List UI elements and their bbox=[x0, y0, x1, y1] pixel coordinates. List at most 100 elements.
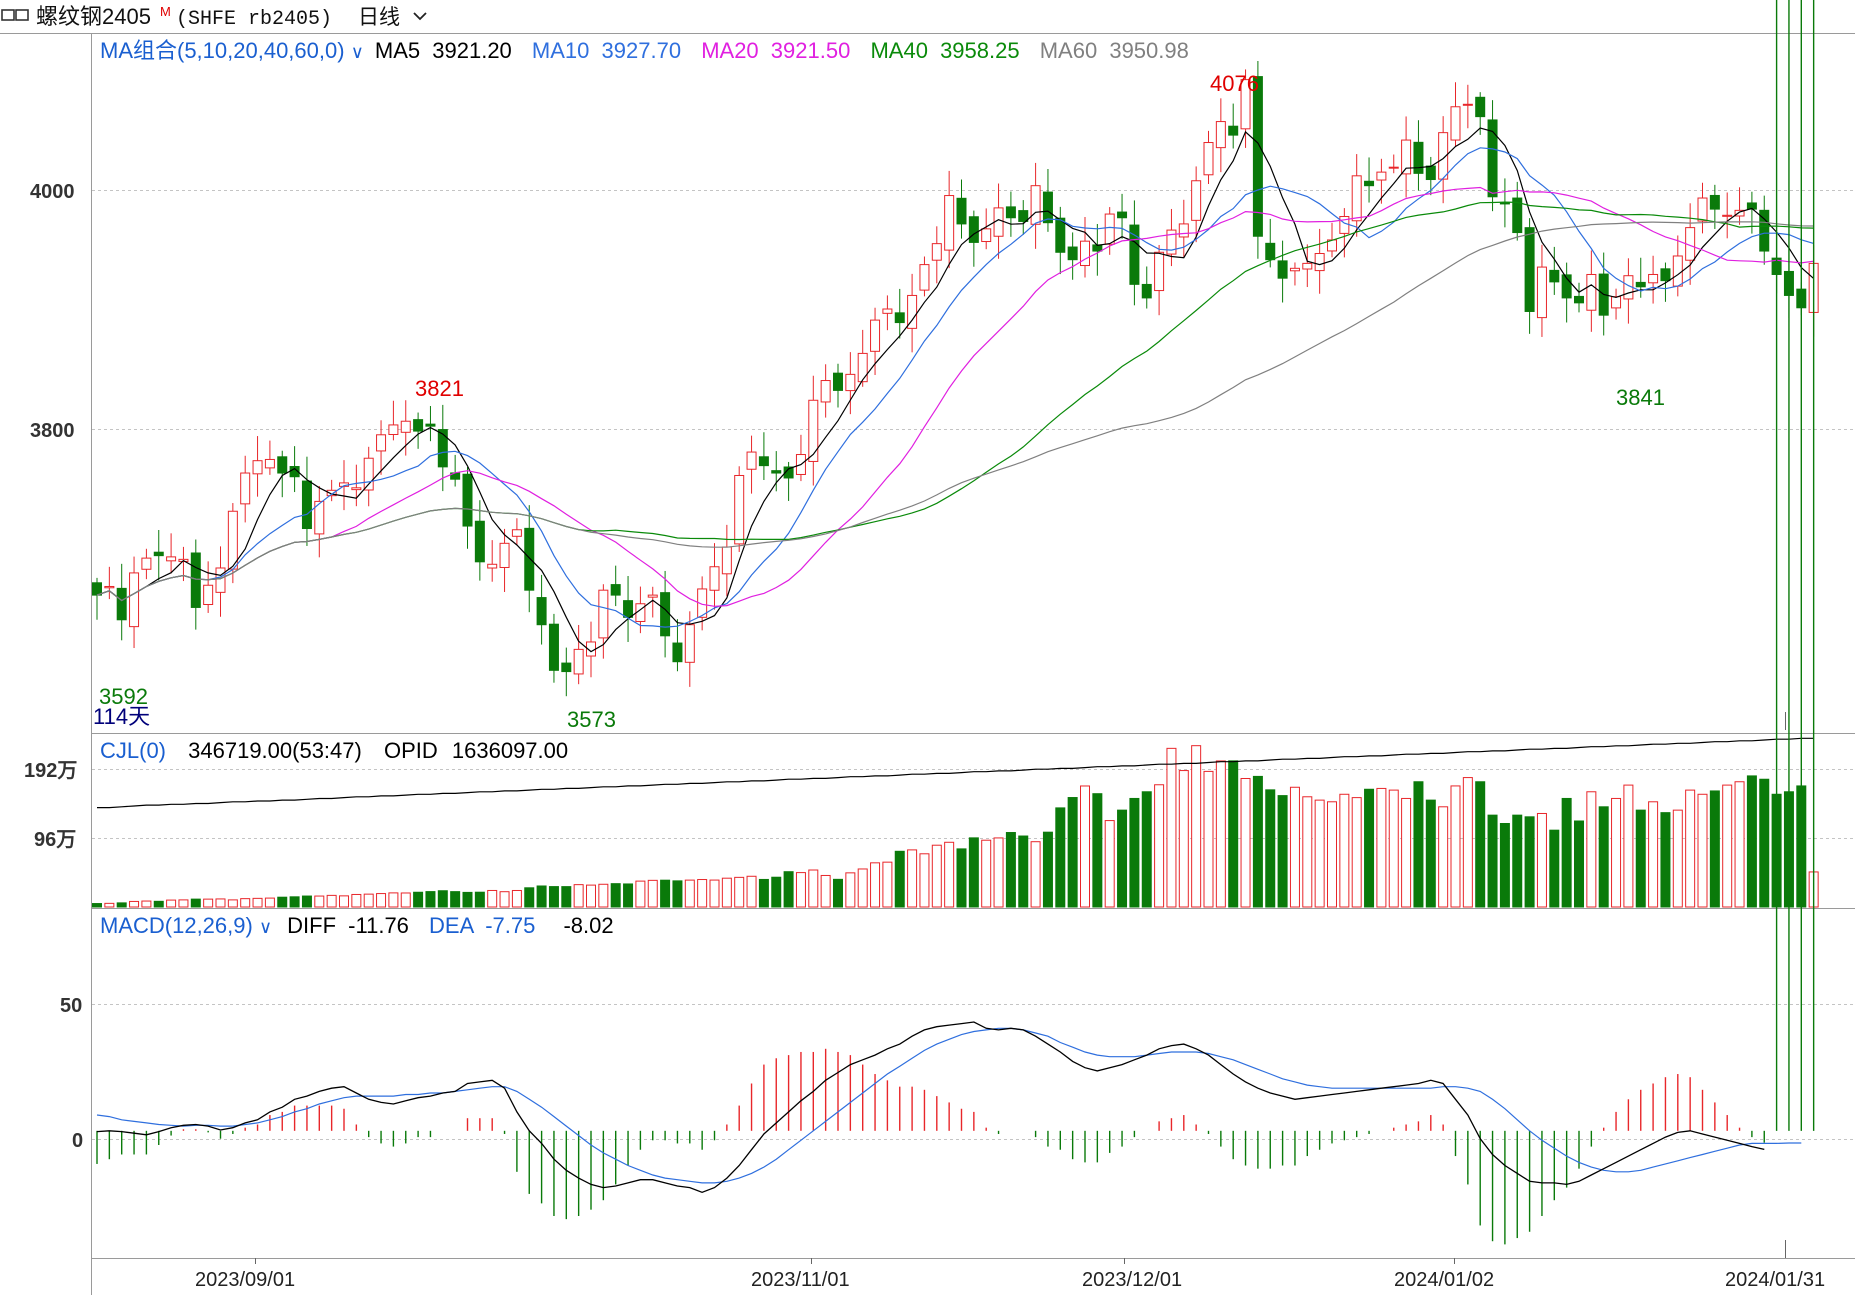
candle bbox=[413, 412, 424, 449]
volume-indicator-selector[interactable]: CJL(0) bbox=[100, 738, 166, 763]
volume-bar bbox=[833, 878, 843, 908]
candle bbox=[1734, 187, 1745, 225]
volume-bar bbox=[1746, 775, 1757, 908]
candle bbox=[190, 539, 201, 630]
volume-bar bbox=[1314, 799, 1325, 908]
candle bbox=[919, 256, 930, 297]
volume-bar bbox=[1327, 801, 1337, 908]
macd-legend: MACD(12,26,9) ∨ DIFF -11.76 DEA -7.75 -8… bbox=[100, 913, 614, 938]
candle bbox=[1351, 154, 1362, 237]
volume-bar bbox=[1228, 760, 1239, 908]
volume-bar bbox=[326, 894, 337, 908]
diff-label: DIFF bbox=[287, 913, 336, 938]
volume-bar bbox=[758, 878, 769, 908]
volume-bar bbox=[993, 837, 1004, 908]
volume-bar bbox=[573, 884, 584, 908]
candle bbox=[1697, 182, 1708, 234]
chevron-down-icon[interactable] bbox=[413, 12, 427, 21]
volume-bar bbox=[1042, 831, 1053, 908]
candle bbox=[264, 440, 275, 475]
price-tick-4000: 4000 bbox=[30, 181, 75, 203]
candle bbox=[1030, 162, 1041, 249]
volume-bar bbox=[264, 897, 275, 908]
volume-bar bbox=[1598, 806, 1609, 908]
macd-tick-0: 0 bbox=[72, 1130, 83, 1152]
candle bbox=[1314, 228, 1325, 294]
high-label-2: 4076 bbox=[1210, 71, 1259, 96]
candle bbox=[116, 563, 127, 641]
candle bbox=[1092, 223, 1103, 276]
candle bbox=[203, 561, 214, 613]
dea-label: DEA bbox=[429, 913, 475, 938]
volume-bar bbox=[1018, 835, 1029, 908]
period-selector[interactable]: 日线 bbox=[358, 6, 400, 29]
date-tick-1: 2023/09/01 bbox=[195, 1269, 295, 1291]
candle bbox=[721, 524, 732, 597]
volume-bar bbox=[116, 902, 127, 908]
volume-bar bbox=[746, 875, 757, 908]
ma60-label: MA60 bbox=[1040, 38, 1097, 63]
volume-bar bbox=[907, 849, 918, 908]
candle bbox=[1586, 250, 1597, 332]
volume-bar bbox=[339, 895, 349, 908]
volume-bar bbox=[635, 880, 646, 908]
candle bbox=[1660, 262, 1671, 302]
candle bbox=[548, 613, 559, 683]
candle bbox=[511, 518, 522, 546]
chart-window-icon[interactable] bbox=[1, 9, 29, 21]
ma10-line bbox=[96, 147, 1814, 628]
volume-bar bbox=[141, 900, 152, 908]
volume-bar bbox=[301, 895, 312, 908]
macd-tick-50: 50 bbox=[60, 995, 82, 1017]
candle bbox=[1289, 262, 1300, 286]
volume-bar bbox=[808, 869, 819, 908]
volume-bar bbox=[1191, 745, 1202, 908]
volume-bar bbox=[1425, 799, 1436, 908]
candle bbox=[1574, 282, 1584, 313]
volume-axis: 192万 96万 bbox=[24, 760, 77, 851]
volume-bar bbox=[1660, 812, 1671, 908]
panel-frames bbox=[0, 33, 1855, 1295]
candle bbox=[1215, 98, 1226, 173]
candle bbox=[610, 565, 621, 607]
ma-group-chevron-icon[interactable]: ∨ bbox=[351, 42, 369, 62]
volume-bar bbox=[314, 895, 325, 908]
macd-indicator-selector[interactable]: MACD(12,26,9) bbox=[100, 913, 253, 938]
volume-bar bbox=[820, 874, 831, 908]
volume-bar bbox=[697, 879, 708, 908]
candle bbox=[1759, 195, 1770, 265]
candle bbox=[944, 170, 955, 269]
volume-bar bbox=[1549, 829, 1560, 908]
candle bbox=[660, 570, 671, 658]
candle bbox=[561, 647, 572, 697]
volume-bar bbox=[1450, 785, 1461, 908]
candle bbox=[474, 500, 485, 581]
ma10-value: 3927.70 bbox=[602, 38, 682, 63]
volume-bar bbox=[1005, 832, 1016, 908]
volume-bar bbox=[1277, 795, 1288, 908]
candle bbox=[907, 273, 918, 353]
volume-bar bbox=[190, 898, 201, 908]
candle bbox=[1635, 257, 1646, 298]
macd-chevron-icon[interactable]: ∨ bbox=[259, 917, 277, 937]
volume-bar bbox=[351, 893, 362, 908]
high-label-1: 3821 bbox=[415, 376, 464, 401]
candle bbox=[536, 574, 547, 645]
ma5-label: MA5 bbox=[375, 38, 420, 63]
candle bbox=[326, 479, 337, 502]
volume-bar bbox=[845, 872, 856, 908]
symbol-name: 螺纹钢2405 bbox=[36, 4, 151, 29]
candle bbox=[425, 406, 436, 442]
candle bbox=[1561, 262, 1572, 323]
volume-bar bbox=[227, 899, 238, 908]
futures-chart: 螺纹钢2405 M (SHFE rb2405) 日线 4000 3800 192… bbox=[0, 0, 1855, 1295]
volume-tick-96w: 96万 bbox=[34, 829, 76, 851]
opi-label: OPID bbox=[384, 738, 438, 763]
volume-legend: CJL(0) 346719.00(53:47) OPID 1636097.00 bbox=[100, 738, 568, 763]
candle bbox=[882, 295, 893, 331]
volume-bar bbox=[1178, 770, 1189, 908]
volume-bar bbox=[277, 896, 288, 908]
ma-group-selector[interactable]: MA组合(5,10,20,40,60,0) bbox=[100, 38, 345, 63]
volume-bar bbox=[1611, 797, 1622, 908]
candle bbox=[1228, 103, 1239, 149]
